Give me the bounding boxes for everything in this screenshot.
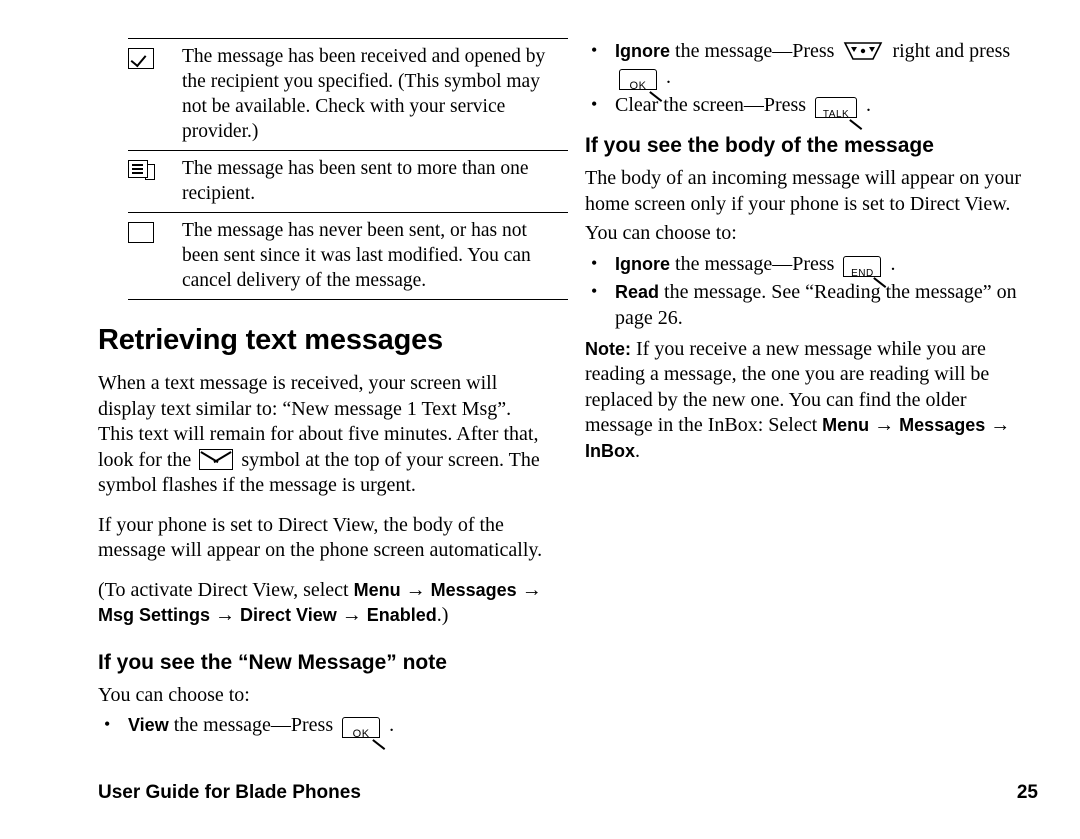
end-key-icon: END xyxy=(843,255,882,279)
talk-key-icon: TALK xyxy=(815,97,858,120)
left-column: The message has been received and opened… xyxy=(98,38,568,744)
table-row: The message has been received and opened… xyxy=(128,38,568,151)
note-label: Note: xyxy=(585,338,631,359)
bullet-clear-text: Clear the screen—Press xyxy=(615,94,807,116)
page-title: Retrieving text messages xyxy=(98,324,443,356)
envelope-icon xyxy=(199,448,234,470)
bullet-list-right: Ignore the message—Press END . Read the … xyxy=(585,250,1037,331)
multiple-recipients-icon-cell xyxy=(128,151,180,213)
bullet-view-end: . xyxy=(389,714,395,736)
note-period: . xyxy=(635,439,641,462)
symbol-description: The message has been sent to more than o… xyxy=(182,158,529,204)
footer-title: User Guide for Blade Phones xyxy=(98,782,361,803)
list-item: Clear the screen—Press TALK . xyxy=(585,91,1037,120)
bullet-read-bold: Read xyxy=(615,281,660,302)
table-row: The message has never been sent, or has … xyxy=(128,213,568,300)
bullet-ignore-end: . xyxy=(666,66,671,88)
menu-path-menu: Menu xyxy=(353,579,401,600)
bullet-ignore-text: the message—Press xyxy=(675,40,835,62)
paragraph-activate-direct-view: (To activate Direct View, select Menu → … xyxy=(98,578,542,627)
list-item: View the message—Press OK . xyxy=(98,711,550,740)
paragraph-retrieving: When a text message is received, your sc… xyxy=(98,371,550,499)
note-inbox: InBox xyxy=(585,440,636,461)
paragraph-text: (To activate Direct View, select xyxy=(98,578,354,601)
subheading-new-message-note: If you see the “New Message” note xyxy=(98,650,447,674)
bullet-ignore2-text: the message—Press xyxy=(675,252,835,275)
page-number: 25 xyxy=(1016,782,1038,803)
checked-box-icon xyxy=(128,48,154,69)
note-menu: Menu xyxy=(822,415,870,435)
ok-key-icon: OK xyxy=(619,69,657,92)
navigation-key-icon xyxy=(843,40,883,62)
menu-path-msg-settings: Msg Settings xyxy=(98,605,211,625)
bullet-read-text: the message. See “Reading the message” o… xyxy=(615,280,1017,329)
empty-box-icon xyxy=(128,222,154,243)
right-column: Ignore the message—Press right and press… xyxy=(585,37,1037,478)
subheading-body-of-message: If you see the body of the message xyxy=(585,134,934,157)
list-item: Ignore the message—Press right and press… xyxy=(585,37,1037,92)
checked-box-icon-cell xyxy=(128,39,180,151)
paragraph-choose-right: You can choose to: xyxy=(585,222,737,244)
bullet-ignore-bold: Ignore xyxy=(615,41,671,61)
paragraph-choose-left: You can choose to: xyxy=(98,683,250,706)
empty-box-icon-cell xyxy=(128,213,180,300)
bullet-ignore2-end: . xyxy=(890,252,896,275)
bullet-clear-end: . xyxy=(866,94,872,116)
symbol-description: The message has never been sent, or has … xyxy=(182,220,531,291)
multiple-recipients-icon xyxy=(128,160,156,182)
bullet-list-left: View the message—Press OK . xyxy=(98,711,550,740)
list-item: Read the message. See “Reading the messa… xyxy=(585,278,1037,331)
document-page: The message has been received and opened… xyxy=(0,0,1080,839)
menu-path-messages: Messages xyxy=(430,579,517,600)
table-row: The message has been sent to more than o… xyxy=(128,151,568,213)
paragraph-note: Note: If you receive a new message while… xyxy=(585,337,1011,462)
bullet-ignore2-bold: Ignore xyxy=(615,253,671,274)
paragraph-direct-view: If your phone is set to Direct View, the… xyxy=(98,513,543,562)
menu-path-direct-view: Direct View xyxy=(240,605,337,625)
bullet-ignore-mid: right and press xyxy=(892,40,1011,62)
bullet-view-text: the message—Press xyxy=(173,714,334,736)
symbol-description: The message has been received and opened… xyxy=(182,46,546,142)
paragraph-text-close: .) xyxy=(436,604,449,626)
menu-path-enabled: Enabled xyxy=(366,605,437,625)
paragraph-body-message: The body of an incoming message will app… xyxy=(585,167,1021,215)
note-messages: Messages xyxy=(899,415,986,435)
symbol-table: The message has been received and opened… xyxy=(128,38,568,300)
list-item: Ignore the message—Press END . xyxy=(585,250,1037,279)
bullet-view-bold: View xyxy=(128,715,169,735)
ok-key-icon: OK xyxy=(342,717,381,740)
bullet-list-top-right: Ignore the message—Press right and press… xyxy=(585,37,1037,120)
page-footer: User Guide for Blade Phones 25 xyxy=(98,782,1038,804)
